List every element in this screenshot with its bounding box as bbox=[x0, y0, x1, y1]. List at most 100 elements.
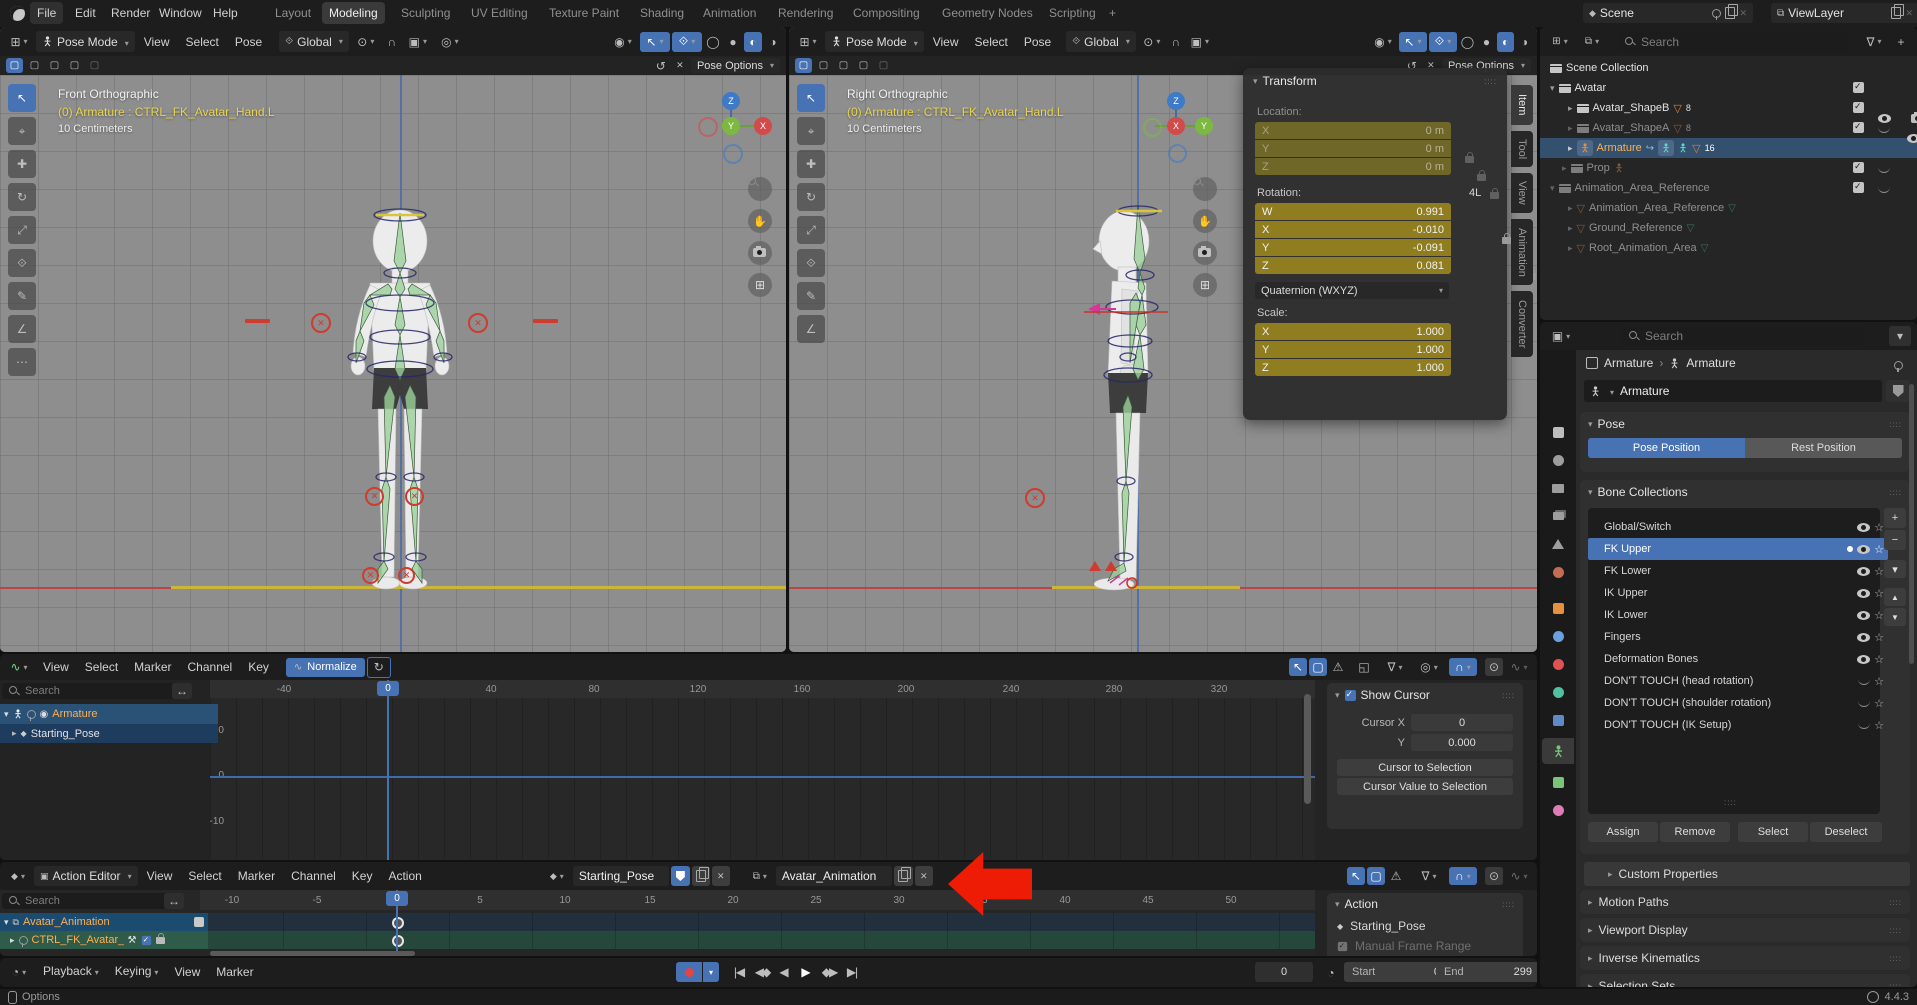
remove-collection-button[interactable] bbox=[1884, 530, 1906, 550]
sidebar-tab-animation[interactable]: Animation bbox=[1511, 219, 1533, 285]
filter-icon[interactable] bbox=[1415, 867, 1443, 885]
menu-edit[interactable]: Edit bbox=[68, 2, 103, 24]
collapse-icon[interactable] bbox=[1588, 419, 1593, 430]
sidebar-tab-view[interactable]: View bbox=[1511, 173, 1533, 213]
eye-icon[interactable] bbox=[1857, 633, 1870, 642]
clear-icon[interactable] bbox=[672, 58, 688, 73]
scale-z-field[interactable]: Z1.000 bbox=[1255, 359, 1451, 376]
proportional-edit-icon[interactable] bbox=[1415, 658, 1443, 676]
eye-closed-icon[interactable] bbox=[1858, 677, 1870, 685]
show-overlays-button[interactable] bbox=[1369, 32, 1397, 52]
eye-icon[interactable] bbox=[1857, 611, 1870, 620]
collapse-icon[interactable] bbox=[1253, 76, 1258, 87]
expander-icon[interactable] bbox=[1562, 163, 1567, 174]
viewport-right[interactable]: Pose Mode View Select Pose Global bbox=[789, 27, 1537, 652]
foot-marker-left[interactable] bbox=[362, 567, 379, 584]
bone-collection-row[interactable]: IK Lower bbox=[1588, 604, 1888, 626]
bone-collection-row[interactable]: DON'T TOUCH (IK Setup) bbox=[1588, 714, 1888, 736]
lock-icon[interactable] bbox=[1477, 174, 1486, 181]
favorite-icon[interactable] bbox=[1874, 609, 1884, 622]
tool-rotate[interactable] bbox=[797, 183, 825, 211]
current-frame-badge[interactable]: 0 bbox=[377, 681, 399, 696]
expander-icon[interactable] bbox=[12, 728, 17, 739]
shoulder-marker-left[interactable] bbox=[311, 313, 331, 333]
menu-marker[interactable]: Marker bbox=[127, 656, 178, 678]
pin-icon[interactable] bbox=[19, 936, 28, 945]
bone-collection-row[interactable]: FK Lower bbox=[1588, 560, 1888, 582]
expander-icon[interactable] bbox=[1568, 243, 1573, 254]
flip-pose-icon[interactable] bbox=[653, 58, 669, 73]
snap-magnet-icon[interactable] bbox=[1168, 32, 1184, 52]
location-z-field[interactable]: Z0 m bbox=[1255, 158, 1451, 175]
favorite-icon[interactable] bbox=[1874, 521, 1884, 534]
location-x-field[interactable]: X0 m bbox=[1255, 122, 1451, 139]
tab-texture-paint[interactable]: Texture Paint bbox=[542, 2, 626, 24]
eye-icon[interactable] bbox=[1857, 567, 1870, 576]
expander-icon[interactable] bbox=[4, 917, 9, 928]
tool-scale[interactable] bbox=[797, 216, 825, 244]
bone-collection-row[interactable]: Deformation Bones bbox=[1588, 648, 1888, 670]
knee-marker-right[interactable] bbox=[405, 487, 424, 506]
favorite-icon[interactable] bbox=[1874, 543, 1884, 556]
pivot-icon[interactable] bbox=[1485, 658, 1503, 676]
eye-icon[interactable] bbox=[1907, 134, 1917, 143]
gizmos-button[interactable] bbox=[1399, 32, 1427, 52]
channel-search-input[interactable]: Search bbox=[2, 893, 174, 909]
tool-measure[interactable] bbox=[8, 315, 36, 343]
remove-button[interactable]: Remove bbox=[1660, 822, 1730, 842]
favorite-icon[interactable] bbox=[1874, 697, 1884, 710]
tab-constraints-icon[interactable] bbox=[1548, 710, 1568, 730]
zoom-icon[interactable] bbox=[1193, 177, 1217, 201]
editor-type-icon[interactable] bbox=[1546, 326, 1576, 346]
pan-hand-icon[interactable]: ✋ bbox=[1193, 209, 1217, 233]
drag-handle[interactable]: :::: bbox=[1502, 900, 1515, 909]
snap-settings-button[interactable] bbox=[403, 32, 433, 52]
channel-avatar-animation[interactable]: Avatar_Animation bbox=[0, 913, 208, 931]
tab-rendering[interactable]: Rendering bbox=[771, 2, 840, 24]
outliner-row-animation-area-reference[interactable]: ▽Animation_Area_Reference ▽ bbox=[1564, 198, 1917, 218]
snap-settings-button[interactable] bbox=[1186, 32, 1214, 52]
box-select-icon[interactable] bbox=[1309, 658, 1327, 676]
play-button[interactable] bbox=[795, 962, 817, 982]
normalize-toggle[interactable]: Normalize bbox=[286, 658, 365, 677]
outliner-row-avatar-shapeb[interactable]: Avatar_ShapeB ▽8 bbox=[1564, 98, 1917, 118]
shading-material-button[interactable] bbox=[744, 32, 762, 52]
select-mode-box[interactable] bbox=[815, 58, 832, 73]
overlays-button[interactable] bbox=[672, 32, 702, 52]
editor-type-icon[interactable] bbox=[4, 32, 34, 52]
foot-warning-marker[interactable] bbox=[1089, 561, 1101, 571]
next-keyframe-button[interactable] bbox=[818, 962, 840, 982]
bone-collection-row[interactable]: DON'T TOUCH (head rotation) bbox=[1588, 670, 1888, 692]
channel-starting-pose[interactable]: Starting_Pose bbox=[0, 724, 218, 743]
dopesheet-mode-select[interactable]: Action Editor bbox=[34, 866, 138, 886]
move-down-button[interactable] bbox=[1884, 608, 1906, 626]
expander-icon[interactable] bbox=[1568, 143, 1573, 154]
fake-user-shield-button[interactable] bbox=[1886, 380, 1910, 402]
tool-transform[interactable] bbox=[797, 249, 825, 277]
box-select-icon[interactable] bbox=[1367, 867, 1385, 885]
foot-marker-right[interactable] bbox=[398, 567, 415, 584]
show-cursor-checkbox[interactable] bbox=[1345, 690, 1356, 701]
unlink-slot-button[interactable] bbox=[915, 866, 933, 886]
drag-handle[interactable]: :::: bbox=[1889, 898, 1902, 907]
assign-button[interactable]: Assign bbox=[1588, 822, 1658, 842]
jump-to-start-button[interactable] bbox=[728, 962, 750, 982]
close-icon[interactable] bbox=[1905, 8, 1913, 19]
snap-icon[interactable] bbox=[1449, 867, 1477, 885]
select-mode-circle[interactable] bbox=[46, 58, 63, 73]
expander-icon[interactable] bbox=[1568, 223, 1573, 234]
tab-render-icon[interactable] bbox=[1548, 450, 1568, 470]
navigation-gizmo[interactable]: Z X Y bbox=[1143, 92, 1213, 162]
tab-world-icon[interactable] bbox=[1548, 562, 1568, 582]
wrench-icon[interactable]: ⚒ bbox=[128, 935, 137, 946]
menu-marker[interactable]: Marker bbox=[209, 961, 260, 983]
previous-keyframe-button[interactable] bbox=[751, 962, 773, 982]
pin-icon[interactable] bbox=[1712, 9, 1721, 18]
outliner-display-mode[interactable] bbox=[1546, 32, 1574, 52]
floating-marker[interactable] bbox=[1025, 488, 1045, 508]
tool-cursor[interactable] bbox=[8, 117, 36, 145]
expander-icon[interactable] bbox=[1550, 83, 1555, 94]
filter-icon[interactable] bbox=[1381, 658, 1409, 676]
menu-pose[interactable]: Pose bbox=[228, 31, 269, 53]
viewport-display-panel[interactable]: Viewport Display:::: bbox=[1580, 918, 1910, 942]
